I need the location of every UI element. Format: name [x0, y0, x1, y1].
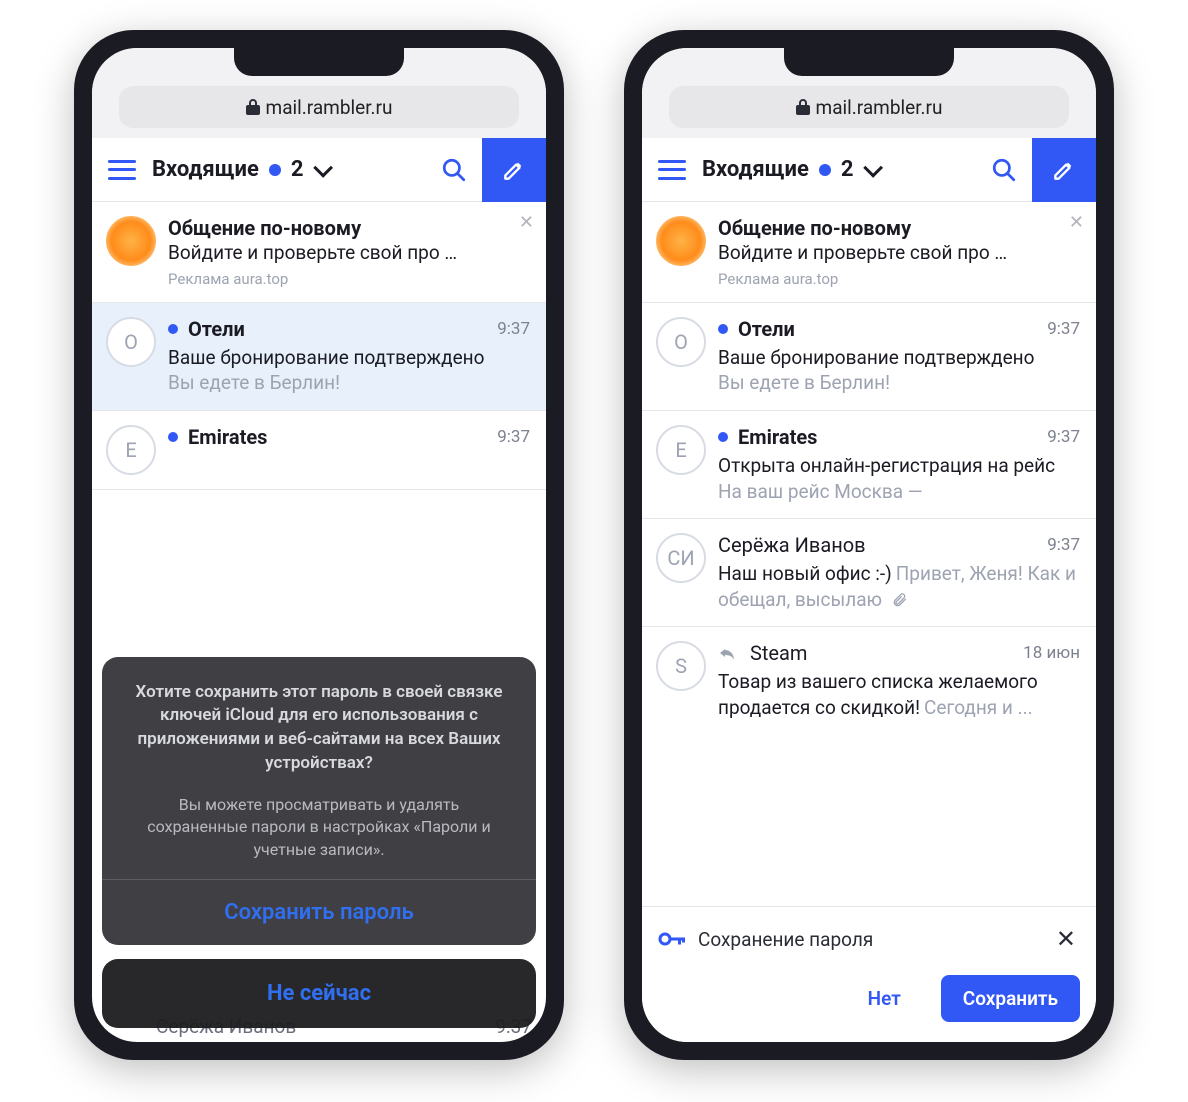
promo-row[interactable]: Общение по-новому Войдите и проверьте св…	[92, 202, 546, 303]
chrome-save-password-bar: Сохранение пароля ✕ Нет Сохранить	[642, 906, 1096, 1042]
email-row[interactable]: O Отели 9:37 Ваше бронирование подтвержд…	[642, 303, 1096, 411]
search-button[interactable]	[426, 138, 482, 202]
email-list: Общение по-новому Войдите и проверьте св…	[92, 202, 546, 1042]
lock-icon	[796, 99, 810, 115]
notch	[784, 48, 954, 76]
folder-selector[interactable]: Входящие 2	[702, 157, 976, 182]
subject: Наш новый офис :-)	[718, 562, 892, 585]
unread-dot-icon	[718, 432, 728, 442]
time: 9:37	[1047, 427, 1080, 447]
notch	[234, 48, 404, 76]
url-text: mail.rambler.ru	[816, 96, 943, 119]
time: 9:37	[497, 319, 530, 339]
promo-title: Общение по-новому	[168, 216, 530, 240]
unread-count: 2	[841, 157, 854, 182]
save-button[interactable]: Сохранить	[941, 975, 1080, 1022]
save-password-button[interactable]: Сохранить пароль	[102, 879, 536, 945]
compose-button[interactable]	[1032, 138, 1096, 202]
avatar: E	[106, 425, 156, 475]
email-list: Общение по-новому Войдите и проверьте св…	[642, 202, 1096, 906]
reply-icon	[718, 646, 736, 660]
avatar: S	[656, 641, 706, 691]
time: 18 июн	[1023, 643, 1080, 663]
sender: Отели	[738, 317, 795, 341]
compose-icon	[501, 157, 527, 183]
menu-button[interactable]	[642, 138, 702, 202]
unread-dot-icon	[168, 324, 178, 334]
menu-button[interactable]	[92, 138, 152, 202]
time: 9:37	[1047, 319, 1080, 339]
unread-dot-icon	[718, 324, 728, 334]
preview: Сегодня и ...	[924, 696, 1033, 719]
alert-body: Вы можете просматривать и удалять сохран…	[128, 794, 510, 861]
preview: На ваш рейс Москва —	[718, 480, 923, 503]
promo-avatar	[106, 216, 156, 266]
compose-icon	[1051, 157, 1077, 183]
toolbar: Входящие 2	[642, 138, 1096, 202]
unread-dot-icon	[269, 164, 281, 176]
subject: Открыта онлайн-регистрация на рейс	[718, 454, 1055, 477]
chevron-down-icon	[313, 157, 333, 177]
close-icon[interactable]: ✕	[1069, 212, 1084, 233]
preview: Вы едете в Берлин!	[718, 370, 1080, 396]
search-icon	[441, 157, 467, 183]
email-row[interactable]: S Steam 18 июн Товар из вашего списка же…	[642, 627, 1096, 734]
hamburger-icon	[108, 160, 136, 180]
sender: Серёжа Иванов	[718, 533, 866, 557]
avatar: E	[656, 425, 706, 475]
close-icon[interactable]: ✕	[519, 212, 534, 233]
unread-dot-icon	[819, 164, 831, 176]
subject: Ваше бронирование подтверждено	[718, 345, 1080, 371]
close-icon[interactable]: ✕	[1052, 921, 1080, 957]
email-row[interactable]: O Отели 9:37 Ваше бронирование подтвержд…	[92, 303, 546, 411]
addressbar[interactable]: mail.rambler.ru	[669, 86, 1069, 128]
avatar: O	[656, 317, 706, 367]
folder-selector[interactable]: Входящие 2	[152, 157, 426, 182]
compose-button[interactable]	[482, 138, 546, 202]
search-button[interactable]	[976, 138, 1032, 202]
folder-name: Входящие	[702, 157, 809, 182]
phone-left: mail.rambler.ru Входящие 2	[74, 30, 564, 1060]
sender: Emirates	[738, 425, 817, 449]
lock-icon	[246, 99, 260, 115]
no-button[interactable]: Нет	[848, 977, 921, 1020]
key-icon	[658, 929, 686, 949]
save-password-label: Сохранение пароля	[698, 928, 873, 951]
hamburger-icon	[658, 160, 686, 180]
avatar: СИ	[656, 533, 706, 583]
promo-subtitle: Войдите и проверьте свой про …	[168, 240, 530, 266]
avatar: O	[106, 317, 156, 367]
preview: Вы едете в Берлин!	[168, 370, 530, 396]
phone-right: mail.rambler.ru Входящие 2	[624, 30, 1114, 1060]
search-icon	[991, 157, 1017, 183]
chevron-down-icon	[863, 157, 883, 177]
subject: Ваше бронирование подтверждено	[168, 345, 530, 371]
unread-count: 2	[291, 157, 304, 182]
not-now-button[interactable]: Не сейчас	[102, 959, 536, 1028]
alert-title: Хотите сохранить этот пароль в своей свя…	[128, 681, 510, 776]
time: 9:37	[1047, 535, 1080, 555]
addressbar[interactable]: mail.rambler.ru	[119, 86, 519, 128]
ios-save-password-sheet: Хотите сохранить этот пароль в своей свя…	[102, 657, 536, 1028]
email-row[interactable]: СИ Серёжа Иванов 9:37 Наш новый офис :-)…	[642, 519, 1096, 627]
promo-ad-label: Реклама aura.top	[168, 270, 530, 288]
attachment-icon	[892, 591, 908, 610]
promo-subtitle: Войдите и проверьте свой про …	[718, 240, 1080, 266]
promo-row[interactable]: Общение по-новому Войдите и проверьте св…	[642, 202, 1096, 303]
toolbar: Входящие 2	[92, 138, 546, 202]
promo-ad-label: Реклама aura.top	[718, 270, 1080, 288]
sender: Emirates	[188, 425, 267, 449]
promo-title: Общение по-новому	[718, 216, 1080, 240]
folder-name: Входящие	[152, 157, 259, 182]
email-row[interactable]: E Emirates 9:37 Открыта онлайн-регистрац…	[642, 411, 1096, 519]
url-text: mail.rambler.ru	[266, 96, 393, 119]
email-row[interactable]: E Emirates 9:37	[92, 411, 546, 490]
unread-dot-icon	[168, 432, 178, 442]
promo-avatar	[656, 216, 706, 266]
time: 9:37	[497, 427, 530, 447]
sender: Отели	[188, 317, 245, 341]
sender: Steam	[750, 641, 807, 665]
